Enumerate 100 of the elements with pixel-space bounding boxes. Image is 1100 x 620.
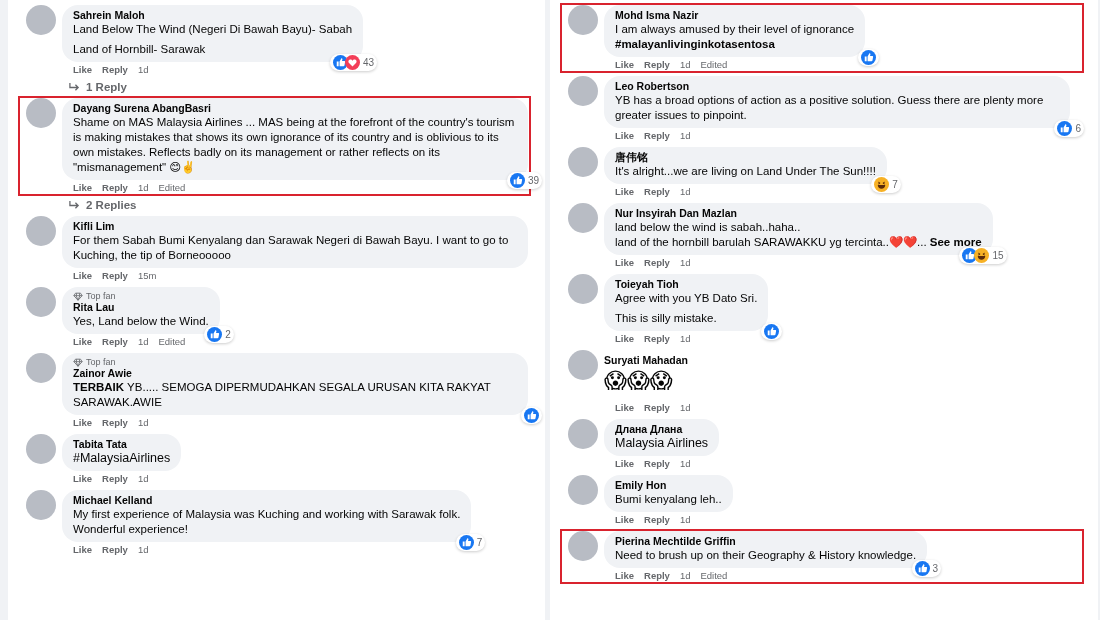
author-name[interactable]: Sahrein Maloh: [73, 9, 353, 22]
like-link[interactable]: Like: [73, 472, 92, 485]
author-name[interactable]: Nur Insyirah Dan Mazlan: [615, 207, 982, 220]
tag-link[interactable]: #MalaysiaAirlines: [73, 451, 171, 466]
author-name[interactable]: Toieyah Tioh: [615, 278, 758, 291]
timestamp: 1d: [679, 569, 691, 582]
avatar[interactable]: [568, 350, 598, 380]
avatar[interactable]: [568, 274, 598, 304]
diamond-icon: [73, 357, 83, 367]
reaction-pill[interactable]: 2: [204, 326, 234, 343]
reply-link[interactable]: Reply: [102, 416, 128, 429]
reply-link[interactable]: Reply: [644, 129, 670, 142]
avatar[interactable]: [26, 216, 56, 246]
author-name[interactable]: Kifli Lim: [73, 220, 517, 233]
reply-link[interactable]: Reply: [102, 269, 128, 282]
timestamp: 15m: [137, 269, 157, 282]
author-name[interactable]: Emily Hon: [615, 479, 722, 492]
reply-link[interactable]: Reply: [102, 543, 128, 556]
like-link[interactable]: Like: [73, 416, 92, 429]
reply-link[interactable]: Reply: [102, 63, 128, 76]
avatar[interactable]: [26, 353, 56, 383]
like-link[interactable]: Like: [615, 569, 634, 582]
avatar[interactable]: [568, 203, 598, 233]
reaction-pill[interactable]: 39: [506, 172, 542, 189]
like-link[interactable]: Like: [615, 58, 634, 71]
reply-link[interactable]: Reply: [102, 181, 128, 194]
avatar[interactable]: [26, 434, 56, 464]
like-link[interactable]: Like: [73, 63, 92, 76]
reaction-pill[interactable]: [521, 407, 542, 424]
reaction-pill[interactable]: [761, 323, 783, 340]
author-name[interactable]: Suryati Mahadan: [604, 354, 689, 367]
reaction-pill[interactable]: 43: [330, 54, 378, 71]
hashtag-link[interactable]: #malayanlivinginkotasentosa: [615, 37, 855, 52]
reply-link[interactable]: Reply: [644, 185, 670, 198]
author-name[interactable]: 唐伟铭: [615, 151, 876, 164]
view-replies-link[interactable]: 2 Replies: [68, 199, 535, 211]
avatar[interactable]: [26, 98, 56, 128]
like-link[interactable]: Like: [73, 269, 92, 282]
reaction-pill[interactable]: 3: [911, 560, 942, 577]
like-link[interactable]: Like: [615, 185, 634, 198]
like-link[interactable]: Like: [73, 543, 92, 556]
avatar[interactable]: [568, 419, 598, 449]
reply-link[interactable]: Reply: [644, 513, 670, 526]
comment-text: land below the wind is sabah..haha.. land of the hornbill barulah SARAWAKKU yg tercinta..❤❤... See more: [615, 220, 982, 250]
avatar[interactable]: [568, 531, 598, 561]
like-link[interactable]: Like: [615, 513, 634, 526]
top-fan-label: Top fan: [86, 357, 116, 367]
reaction-pill[interactable]: 15: [959, 247, 1007, 264]
edited-label: Edited: [700, 569, 728, 582]
avatar[interactable]: [26, 287, 56, 317]
like-link[interactable]: Like: [615, 401, 634, 414]
avatar[interactable]: [26, 490, 56, 520]
avatar[interactable]: [568, 147, 598, 177]
edited-label: Edited: [700, 58, 728, 71]
tag-link[interactable]: Malaysia Airlines: [615, 436, 709, 451]
reaction-pill[interactable]: 6: [1054, 120, 1084, 137]
see-more-link[interactable]: See more: [929, 236, 982, 248]
comment-text: Need to brush up on their Geography & History knowledge.: [615, 548, 917, 563]
reaction-count: 43: [363, 57, 375, 68]
author-name[interactable]: Длана Длана: [615, 423, 709, 436]
top-fan-label: Top fan: [86, 291, 116, 301]
reply-link[interactable]: Reply: [644, 332, 670, 345]
thumbs-up-icon: [207, 327, 223, 342]
author-name[interactable]: Tabita Tata: [73, 438, 171, 451]
author-name[interactable]: Dayang Surena AbangBasri: [73, 102, 517, 115]
reaction-count: 3: [932, 563, 939, 574]
author-name[interactable]: Pierina Mechtilde Griffin: [615, 535, 917, 548]
author-name[interactable]: Leo Robertson: [615, 80, 1059, 93]
author-name[interactable]: Michael Kelland: [73, 494, 461, 507]
timestamp: 1d: [679, 185, 691, 198]
author-name[interactable]: Zainor Awie: [73, 367, 517, 380]
reply-link[interactable]: Reply: [644, 256, 670, 269]
view-replies-link[interactable]: 1 Reply: [68, 81, 535, 93]
reaction-pill[interactable]: 7: [871, 176, 901, 193]
avatar[interactable]: [568, 76, 598, 106]
avatar[interactable]: [568, 5, 598, 35]
reaction-pill[interactable]: 7: [455, 534, 486, 551]
avatar[interactable]: [568, 475, 598, 505]
reply-link[interactable]: Reply: [644, 569, 670, 582]
like-link[interactable]: Like: [615, 256, 634, 269]
reaction-pill[interactable]: [858, 49, 880, 66]
author-name[interactable]: Mohd Isma Nazir: [615, 9, 855, 22]
like-link[interactable]: Like: [73, 181, 92, 194]
reply-link[interactable]: Reply: [644, 58, 670, 71]
reply-link[interactable]: Reply: [102, 472, 128, 485]
author-name[interactable]: Rita Lau: [73, 301, 209, 314]
like-link[interactable]: Like: [615, 332, 634, 345]
timestamp: 1d: [137, 416, 149, 429]
reply-link[interactable]: Reply: [102, 335, 128, 348]
thumbs-up-icon: [1057, 121, 1073, 136]
like-link[interactable]: Like: [615, 457, 634, 470]
avatar[interactable]: [26, 5, 56, 35]
like-link[interactable]: Like: [615, 129, 634, 142]
timestamp: 1d: [137, 335, 149, 348]
comment-text: Agree with you YB Dato Sri.: [615, 291, 758, 306]
reply-link[interactable]: Reply: [644, 401, 670, 414]
timestamp: 1d: [679, 457, 691, 470]
reply-link[interactable]: Reply: [644, 457, 670, 470]
diamond-icon: [73, 291, 83, 301]
like-link[interactable]: Like: [73, 335, 92, 348]
